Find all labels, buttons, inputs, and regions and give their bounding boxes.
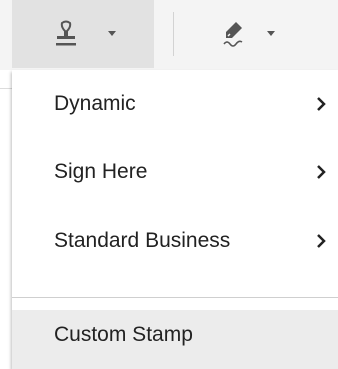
stamp-icon bbox=[56, 20, 76, 46]
toolbar bbox=[0, 0, 338, 70]
chevron-right-icon bbox=[317, 97, 326, 111]
sign-button[interactable] bbox=[174, 0, 338, 68]
page-divider bbox=[0, 88, 12, 89]
stamp-dropdown-menu: Dynamic Sign Here Standard Business Cust… bbox=[12, 70, 338, 369]
menu-item-sign-here[interactable]: Sign Here bbox=[12, 140, 338, 204]
stamp-button[interactable] bbox=[12, 0, 154, 68]
chevron-right-icon bbox=[317, 165, 326, 179]
menu-item-standard-business[interactable]: Standard Business bbox=[12, 209, 338, 273]
chevron-down-icon bbox=[267, 31, 275, 36]
signature-pen-icon bbox=[223, 22, 243, 47]
menu-separator bbox=[12, 297, 338, 298]
menu-item-label: Dynamic bbox=[54, 92, 136, 115]
menu-item-label: Custom Stamp bbox=[54, 323, 193, 346]
toolbar-gap bbox=[0, 0, 12, 70]
menu-item-label: Sign Here bbox=[54, 160, 148, 183]
chevron-down-icon bbox=[108, 31, 116, 36]
menu-item-label: Standard Business bbox=[54, 229, 231, 252]
chevron-right-icon bbox=[317, 234, 326, 248]
menu-item-dynamic[interactable]: Dynamic bbox=[12, 72, 338, 136]
menu-item-custom-stamp[interactable]: Custom Stamp bbox=[12, 310, 338, 369]
